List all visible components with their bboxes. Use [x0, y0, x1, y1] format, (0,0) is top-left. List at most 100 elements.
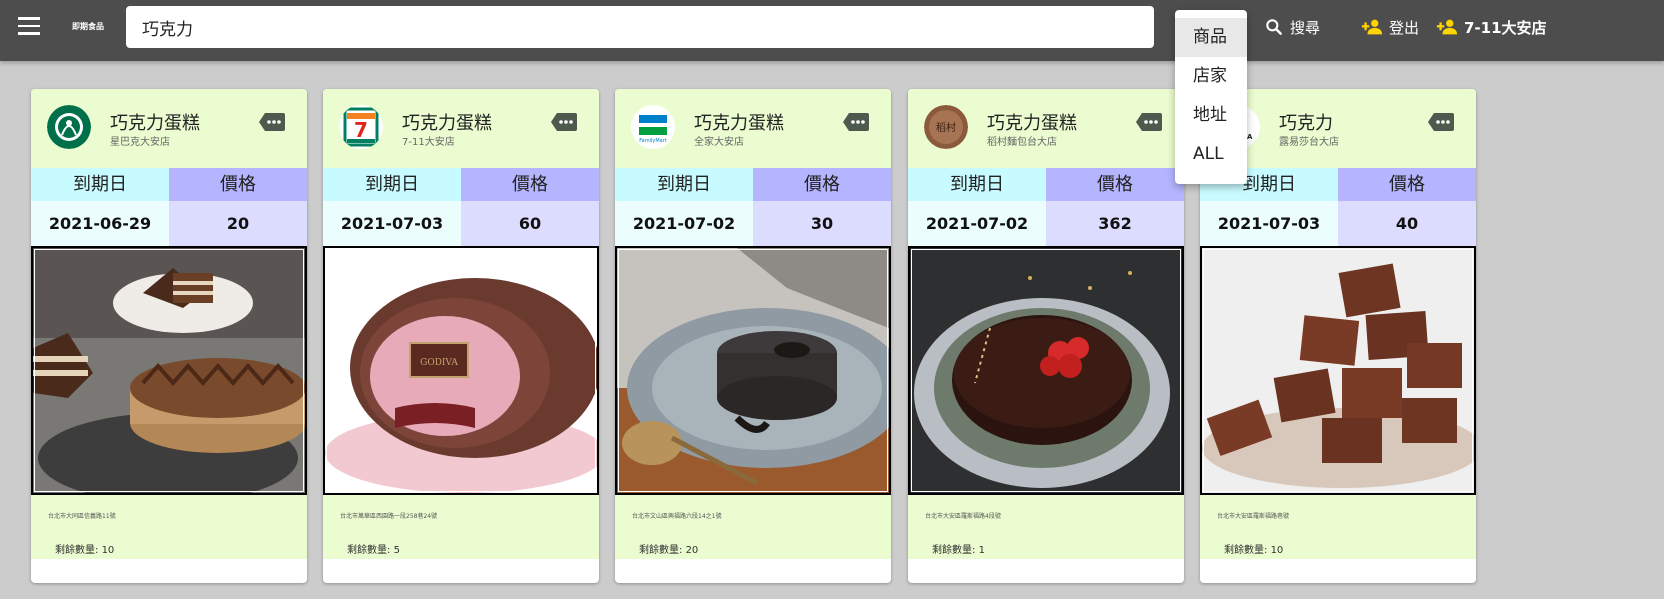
- expiry-header: 到期日: [908, 168, 1046, 201]
- search-type-dropdown: 商品 店家 地址 ALL: [1175, 10, 1247, 184]
- price-value: 30: [753, 201, 891, 246]
- expiry-value: 2021-07-02: [615, 201, 753, 246]
- info-table: 到期日 價格 2021-07-02 362: [908, 168, 1184, 246]
- info-table: 到期日 價格 2021-07-03 60: [323, 168, 599, 246]
- godiva-roll-cake-photo: GODIVA: [323, 246, 599, 495]
- more-tag-icon: [1136, 113, 1162, 131]
- remaining-quantity: 剩餘數量: 5: [347, 541, 400, 556]
- svg-text:GODIVA: GODIVA: [420, 358, 458, 368]
- familymart-logo: FamilyMart: [631, 105, 675, 149]
- lava-cake-photo: [615, 246, 891, 495]
- svg-text:FamilyMart: FamilyMart: [639, 138, 667, 144]
- card-header: 稻村 巧克力蛋糕 稻村麵包台大店: [908, 89, 1184, 168]
- product-card[interactable]: FamilyMart 巧克力蛋糕 全家大安店 到期日 價格 2021-07-02…: [615, 89, 891, 583]
- search-icon: [1266, 19, 1282, 35]
- starbucks-logo: [47, 105, 91, 149]
- price-value: 20: [169, 201, 307, 246]
- more-tag-icon: [1428, 113, 1454, 131]
- quantity-value: 10: [1270, 545, 1284, 556]
- quantity-label: 剩餘數量:: [932, 545, 976, 556]
- strawberry-chocolate-cake-photo: [908, 246, 1184, 495]
- card-footer: 台北市文山區興福路六段14之1號 剩餘數量: 20: [615, 495, 891, 559]
- svg-text:稻村: 稻村: [936, 121, 956, 134]
- product-card[interactable]: 稻村 巧克力蛋糕 稻村麵包台大店 到期日 價格 2021-07-02 362 台…: [908, 89, 1184, 583]
- more-tag-icon: [843, 113, 869, 131]
- chocolate-truffle-cubes-photo: [1200, 246, 1476, 495]
- quantity-label: 剩餘數量:: [55, 545, 99, 556]
- product-title: 巧克力: [1279, 113, 1333, 134]
- quantity-label: 剩餘數量:: [639, 545, 683, 556]
- expiry-value: 2021-06-29: [31, 201, 169, 246]
- price-header: 價格: [1338, 168, 1476, 201]
- price-value: 60: [461, 201, 599, 246]
- store-name: 7-11大安店: [402, 137, 455, 148]
- hamburger-menu-icon[interactable]: [17, 17, 41, 37]
- expiry-header: 到期日: [31, 168, 169, 201]
- more-tag-icon: [259, 113, 285, 131]
- more-options-button[interactable]: [843, 113, 869, 135]
- more-options-button[interactable]: [259, 113, 285, 135]
- 7-eleven-logo: 7: [339, 105, 383, 149]
- store-address: 台北市大安區羅斯福路巷號: [1217, 513, 1290, 520]
- logout-button[interactable]: 登出: [1361, 14, 1419, 40]
- remaining-quantity: 剩餘數量: 1: [932, 541, 985, 556]
- store-address: 台北市大安區羅斯福路4段號: [925, 513, 1001, 520]
- logout-label: 登出: [1389, 18, 1420, 37]
- app-logo: 即期食品: [72, 22, 104, 31]
- price-value: 40: [1338, 201, 1476, 246]
- store-address: 台北市萬華區西園路一段258巷24號: [340, 513, 438, 520]
- dropdown-option-store[interactable]: 店家: [1175, 57, 1247, 96]
- price-value: 362: [1046, 201, 1184, 246]
- remaining-quantity: 剩餘數量: 10: [1224, 541, 1283, 556]
- quantity-label: 剩餘數量:: [1224, 545, 1268, 556]
- search-label: 搜尋: [1290, 18, 1321, 37]
- more-options-button[interactable]: [1136, 113, 1162, 135]
- product-card[interactable]: 巧克力蛋糕 星巴克大安店 到期日 價格 2021-06-29 20 台北市大同區…: [31, 89, 307, 583]
- store-address: 台北市大同區信義路11號: [48, 513, 116, 520]
- quantity-value: 1: [978, 545, 985, 556]
- top-app-bar: 即期食品 搜尋 登出 7-11大安店: [0, 0, 1664, 61]
- info-table: 到期日 價格 2021-06-29 20: [31, 168, 307, 246]
- svg-text:7: 7: [354, 118, 368, 142]
- card-header: 7 巧克力蛋糕 7-11大安店: [323, 89, 599, 168]
- search-button[interactable]: 搜尋: [1264, 14, 1320, 40]
- search-input[interactable]: [126, 6, 1154, 48]
- product-card[interactable]: 7 巧克力蛋糕 7-11大安店 到期日 價格 2021-07-03 60 GOD…: [323, 89, 599, 583]
- remaining-quantity: 剩餘數量: 10: [55, 541, 114, 556]
- card-header: FamilyMart 巧克力蛋糕 全家大安店: [615, 89, 891, 168]
- store-name: 露易莎台大店: [1279, 137, 1339, 148]
- store-name: 稻村麵包台大店: [987, 137, 1057, 148]
- person-add-icon: [1361, 19, 1383, 35]
- card-footer: 台北市大安區羅斯福路巷號 剩餘數量: 10: [1200, 495, 1476, 559]
- card-footer: 台北市萬華區西園路一段258巷24號 剩餘數量: 5: [323, 495, 599, 559]
- store-label: 7-11大安店: [1464, 18, 1547, 37]
- price-header: 價格: [461, 168, 599, 201]
- card-header: 巧克力蛋糕 星巴克大安店: [31, 89, 307, 168]
- expiry-value: 2021-07-02: [908, 201, 1046, 246]
- quantity-value: 10: [101, 545, 115, 556]
- product-title: 巧克力蛋糕: [694, 113, 784, 134]
- product-title: 巧克力蛋糕: [987, 113, 1077, 134]
- chocolate-layer-cake-photo: [31, 246, 307, 503]
- info-table: 到期日 價格 2021-07-02 30: [615, 168, 891, 246]
- expiry-value: 2021-07-03: [323, 201, 461, 246]
- dropdown-option-product[interactable]: 商品: [1175, 18, 1247, 57]
- more-options-button[interactable]: [551, 113, 577, 135]
- store-address: 台北市文山區興福路六段14之1號: [632, 513, 722, 520]
- more-options-button[interactable]: [1428, 113, 1454, 135]
- store-account-button[interactable]: 7-11大安店: [1436, 14, 1547, 40]
- card-footer: 台北市大同區信義路11號 剩餘數量: 10: [31, 495, 307, 559]
- expiry-header: 到期日: [323, 168, 461, 201]
- product-title: 巧克力蛋糕: [110, 113, 200, 134]
- product-title: 巧克力蛋糕: [402, 113, 492, 134]
- remaining-quantity: 剩餘數量: 20: [639, 541, 698, 556]
- price-header: 價格: [1046, 168, 1184, 201]
- quantity-value: 5: [393, 545, 400, 556]
- dropdown-option-address[interactable]: 地址: [1175, 96, 1247, 135]
- card-footer: 台北市大安區羅斯福路4段號 剩餘數量: 1: [908, 495, 1184, 559]
- store-name: 全家大安店: [694, 137, 744, 148]
- price-header: 價格: [753, 168, 891, 201]
- more-tag-icon: [551, 113, 577, 131]
- quantity-label: 剩餘數量:: [347, 545, 391, 556]
- dropdown-option-all[interactable]: ALL: [1175, 135, 1247, 174]
